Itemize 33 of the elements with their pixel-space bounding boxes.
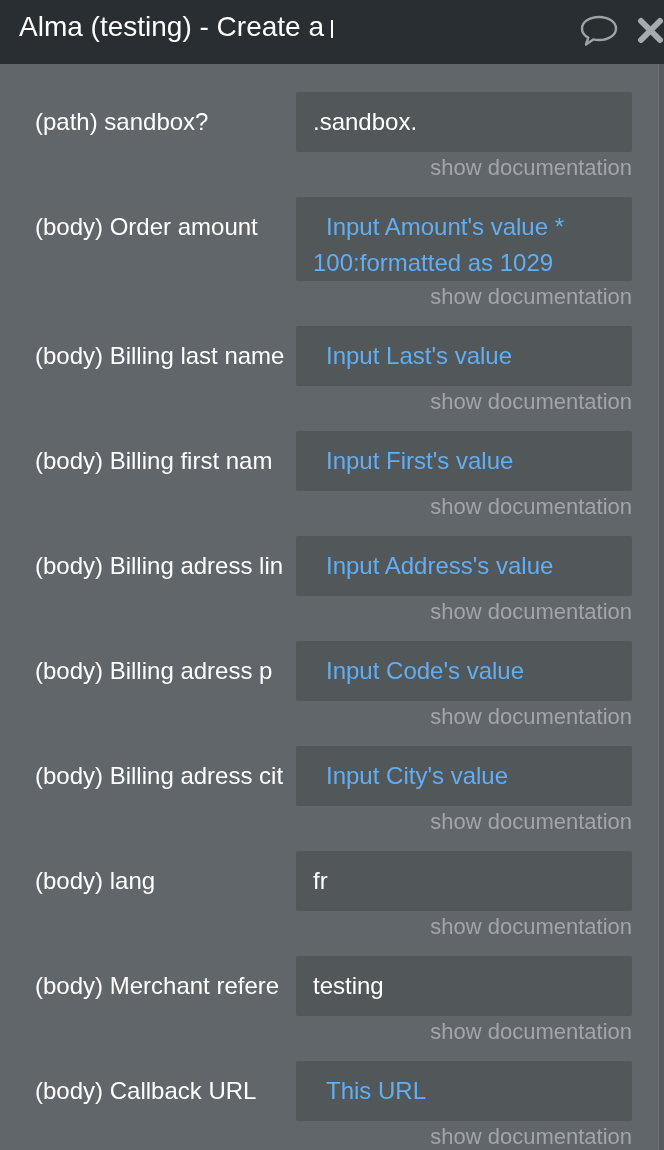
value-field[interactable]: fr — [296, 851, 632, 911]
parameter-label: (body) Merchant refere — [35, 972, 281, 1000]
documentation-link[interactable]: show documentation — [430, 600, 632, 624]
documentation-link[interactable]: show documentation — [430, 915, 632, 939]
documentation-link[interactable]: show documentation — [430, 390, 632, 414]
value-field[interactable]: Input Amount's value * 100:formatted as 1029 — [296, 197, 632, 281]
documentation-link[interactable]: show documentation — [430, 810, 632, 834]
parameter-label: (body) Callback URL — [35, 1077, 258, 1105]
value-field[interactable]: testing — [296, 956, 632, 1016]
value-field[interactable]: Input Last's value — [296, 326, 632, 386]
parameter-label: (path) sandbox? — [35, 108, 210, 136]
value-field[interactable]: .sandbox. — [296, 92, 632, 152]
documentation-link[interactable]: show documentation — [430, 705, 632, 729]
value-field[interactable]: Input City's value — [296, 746, 632, 806]
parameter-label: (body) lang — [35, 867, 157, 895]
documentation-link[interactable]: show documentation — [430, 285, 632, 309]
value-field[interactable]: Input First's value — [296, 431, 632, 491]
parameter-label: (body) Billing adress cit — [35, 762, 285, 790]
parameter-label: (body) Order amount — [35, 213, 259, 241]
parameter-label: (body) Billing adress p — [35, 657, 274, 685]
value-field[interactable]: Input Code's value — [296, 641, 632, 701]
parameter-label: (body) Billing last name — [35, 342, 286, 370]
comment-icon[interactable] — [580, 15, 618, 46]
value-field[interactable]: Input Address's value — [296, 536, 632, 596]
documentation-link[interactable]: show documentation — [430, 156, 632, 180]
documentation-link[interactable]: show documentation — [430, 495, 632, 519]
parameter-label: (body) Billing adress lin — [35, 552, 285, 580]
window-title: Alma (testing) - Create a — [19, 11, 324, 43]
close-icon[interactable] — [637, 17, 664, 44]
documentation-link[interactable]: show documentation — [430, 1020, 632, 1044]
documentation-link[interactable]: show documentation — [430, 1125, 632, 1149]
parameter-label: (body) Billing first nam — [35, 447, 274, 475]
value-field[interactable]: This URL — [296, 1061, 632, 1121]
